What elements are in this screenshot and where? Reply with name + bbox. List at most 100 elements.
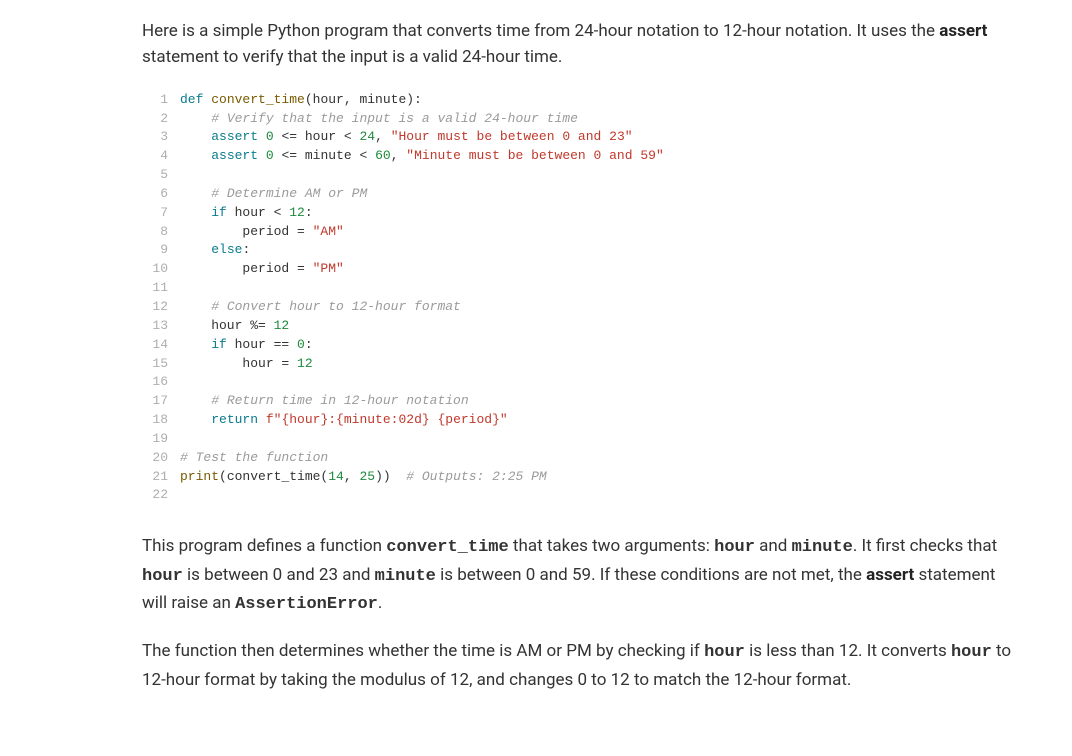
code-token bbox=[258, 148, 266, 163]
line-number: 22 bbox=[142, 486, 180, 505]
code-token: 60 bbox=[375, 148, 391, 163]
line-number: 8 bbox=[142, 223, 180, 242]
line-number: 21 bbox=[142, 468, 180, 487]
code-token: "AM" bbox=[313, 224, 344, 239]
p2-hour: hour bbox=[714, 538, 755, 557]
code-token: 12 bbox=[289, 205, 305, 220]
intro-code-assert: assert bbox=[939, 21, 987, 41]
line-number: 14 bbox=[142, 336, 180, 355]
code-line: 11 bbox=[142, 279, 1024, 298]
code-content: hour %= 12 bbox=[180, 317, 289, 336]
p2-c: that takes two arguments: bbox=[509, 536, 714, 556]
code-content: # Convert hour to 12-hour format bbox=[180, 298, 461, 317]
code-token: <= hour < bbox=[274, 129, 360, 144]
code-content: if hour == 0: bbox=[180, 336, 313, 355]
line-number: 11 bbox=[142, 279, 180, 298]
code-token: # Convert hour to 12-hour format bbox=[211, 299, 461, 314]
code-content: # Verify that the input is a valid 24-ho… bbox=[180, 110, 578, 129]
explanation-paragraph-1: This program defines a function convert_… bbox=[142, 533, 1024, 618]
code-token: 14 bbox=[328, 469, 344, 484]
code-line: 1def convert_time(hour, minute): bbox=[142, 91, 1024, 110]
code-line: 17 # Return time in 12-hour notation bbox=[142, 392, 1024, 411]
code-token: else bbox=[211, 242, 242, 257]
intro-paragraph: Here is a simple Python program that con… bbox=[142, 18, 1024, 71]
line-number: 10 bbox=[142, 260, 180, 279]
code-token: 24 bbox=[359, 129, 375, 144]
code-token: hour = bbox=[180, 356, 297, 371]
p2-minute: minute bbox=[792, 538, 853, 557]
code-token: 0 bbox=[297, 337, 305, 352]
code-line: 13 hour %= 12 bbox=[142, 317, 1024, 336]
code-token: (hour, minute): bbox=[305, 92, 422, 107]
code-line: 10 period = "PM" bbox=[142, 260, 1024, 279]
code-token: )) bbox=[375, 469, 406, 484]
code-content: assert 0 <= hour < 24, "Hour must be bet… bbox=[180, 128, 633, 147]
intro-text-a: Here is a simple Python program that con… bbox=[142, 21, 939, 41]
code-token bbox=[258, 412, 266, 427]
code-line: 7 if hour < 12: bbox=[142, 204, 1024, 223]
code-line: 3 assert 0 <= hour < 24, "Hour must be b… bbox=[142, 128, 1024, 147]
document-page: Here is a simple Python program that con… bbox=[0, 0, 1072, 743]
code-line: 8 period = "AM" bbox=[142, 223, 1024, 242]
line-number: 5 bbox=[142, 166, 180, 185]
code-line: 12 # Convert hour to 12-hour format bbox=[142, 298, 1024, 317]
p2-i: is between 0 and 23 and bbox=[183, 565, 375, 585]
intro-text-c: statement to verify that the input is a … bbox=[142, 47, 562, 67]
code-line: 4 assert 0 <= minute < 60, "Minute must … bbox=[142, 147, 1024, 166]
code-token: # Outputs: 2:25 PM bbox=[406, 469, 546, 484]
code-token: print bbox=[180, 469, 219, 484]
code-content: hour = 12 bbox=[180, 355, 313, 374]
line-number: 9 bbox=[142, 241, 180, 260]
code-token bbox=[180, 129, 211, 144]
code-token bbox=[180, 337, 211, 352]
line-number: 7 bbox=[142, 204, 180, 223]
p2-o: . bbox=[378, 593, 382, 613]
code-token: , bbox=[391, 148, 407, 163]
p2-g: . It first checks that bbox=[853, 536, 997, 556]
code-token: 12 bbox=[274, 318, 290, 333]
code-content: assert 0 <= minute < 60, "Minute must be… bbox=[180, 147, 664, 166]
code-content: # Return time in 12-hour notation bbox=[180, 392, 469, 411]
code-token bbox=[180, 148, 211, 163]
code-block: 1def convert_time(hour, minute):2 # Veri… bbox=[142, 91, 1024, 506]
code-token bbox=[180, 242, 211, 257]
code-token: if bbox=[211, 205, 227, 220]
code-token: hour %= bbox=[180, 318, 274, 333]
code-token: if bbox=[211, 337, 227, 352]
code-token bbox=[180, 299, 211, 314]
code-line: 15 hour = 12 bbox=[142, 355, 1024, 374]
code-token: period = bbox=[180, 261, 313, 276]
code-token: : bbox=[242, 242, 250, 257]
line-number: 4 bbox=[142, 147, 180, 166]
code-content: period = "PM" bbox=[180, 260, 344, 279]
line-number: 1 bbox=[142, 91, 180, 110]
code-content: period = "AM" bbox=[180, 223, 344, 242]
p2-hour2: hour bbox=[142, 567, 183, 586]
code-token: 25 bbox=[359, 469, 375, 484]
p2-minute2: minute bbox=[375, 567, 436, 586]
code-content: # Determine AM or PM bbox=[180, 185, 367, 204]
code-line: 22 bbox=[142, 486, 1024, 505]
code-token: assert bbox=[211, 148, 258, 163]
p2-assertionerror: AssertionError bbox=[235, 595, 378, 614]
code-line: 20# Test the function bbox=[142, 449, 1024, 468]
code-content: # Test the function bbox=[180, 449, 328, 468]
line-number: 13 bbox=[142, 317, 180, 336]
line-number: 2 bbox=[142, 110, 180, 129]
code-token: # Determine AM or PM bbox=[211, 186, 367, 201]
code-token: "PM" bbox=[313, 261, 344, 276]
code-content: def convert_time(hour, minute): bbox=[180, 91, 422, 110]
code-token: , bbox=[344, 469, 360, 484]
code-token: convert_time bbox=[211, 92, 305, 107]
code-token: return bbox=[211, 412, 258, 427]
line-number: 16 bbox=[142, 373, 180, 392]
code-line: 14 if hour == 0: bbox=[142, 336, 1024, 355]
line-number: 12 bbox=[142, 298, 180, 317]
code-token: (convert_time( bbox=[219, 469, 328, 484]
p3-a: The function then determines whether the… bbox=[142, 641, 704, 661]
code-token bbox=[180, 205, 211, 220]
p2-k: is between 0 and 59. If these conditions… bbox=[436, 565, 866, 585]
line-number: 3 bbox=[142, 128, 180, 147]
code-token: 0 bbox=[266, 148, 274, 163]
line-number: 20 bbox=[142, 449, 180, 468]
